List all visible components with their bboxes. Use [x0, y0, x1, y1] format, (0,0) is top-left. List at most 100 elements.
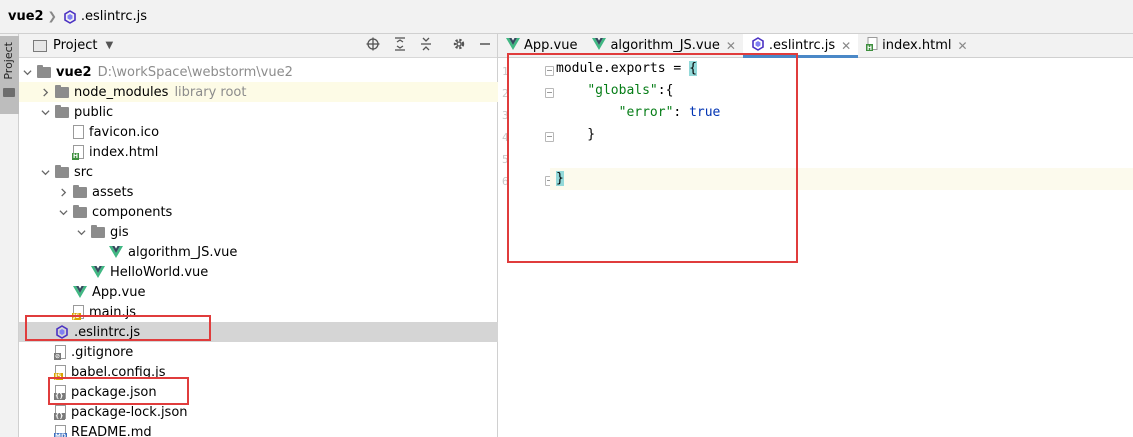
navigation-breadcrumb: vue2 ❯ .eslintrc.js: [0, 0, 1133, 34]
chevron-down-icon[interactable]: [39, 162, 51, 182]
tree-item-src[interactable]: src: [19, 162, 498, 182]
eslint-icon: [751, 36, 765, 55]
tree-item-eslintrc-js[interactable]: .eslintrc.js: [19, 322, 498, 342]
gear-icon[interactable]: [450, 37, 468, 55]
vue-icon: [91, 266, 105, 278]
folder-icon: [37, 64, 51, 78]
code-line: }: [556, 127, 596, 142]
caret-down-icon[interactable]: ▼: [105, 40, 113, 51]
tree-item-app-vue[interactable]: App.vue: [19, 282, 498, 302]
folder-icon: [91, 224, 105, 238]
tree-item-label: babel.config.js: [71, 364, 166, 380]
chevron-down-icon[interactable]: [21, 62, 33, 82]
tab-label: App.vue: [524, 38, 578, 53]
chevron-right-icon: ❯: [47, 10, 57, 23]
folder-icon: [55, 164, 69, 178]
tree-item-label: assets: [92, 184, 134, 200]
project-panel: Project ▼ vue2 D:\workSpace\webstorm\vue2…: [19, 34, 498, 437]
tree-item-components[interactable]: components: [19, 202, 498, 222]
tree-item-label: gis: [110, 224, 129, 240]
code-line-current: }: [550, 168, 1133, 190]
tree-item-helloworld-vue[interactable]: HelloWorld.vue: [19, 262, 498, 282]
breadcrumb-file[interactable]: .eslintrc.js: [81, 9, 147, 24]
tree-item-label: package-lock.json: [71, 404, 188, 420]
chevron-down-icon[interactable]: [57, 202, 69, 222]
folder-icon: [3, 88, 15, 97]
tree-item-node-modules[interactable]: node_modules library root: [19, 82, 498, 102]
tree-item-label: vue2: [56, 64, 92, 80]
tree-item-label: .gitignore: [71, 344, 134, 360]
tab-label: .eslintrc.js: [768, 38, 836, 53]
tab-app-vue[interactable]: App.vue: [498, 34, 584, 57]
tool-window-strip: Project: [0, 34, 19, 437]
folder-icon: [55, 104, 69, 118]
vue-icon: [73, 286, 87, 298]
chevron-right-icon[interactable]: [57, 182, 69, 202]
editor-tab-bar: App.vue algorithm_JS.vue ✕ .eslintrc.js …: [498, 34, 1133, 58]
tree-item-favicon-ico[interactable]: favicon.ico: [19, 122, 498, 142]
expand-all-icon[interactable]: [391, 37, 409, 55]
markdown-file-icon: MD: [54, 425, 67, 437]
tree-item-label: .eslintrc.js: [74, 324, 141, 340]
tree-item-label: README.md: [71, 424, 152, 437]
vue-icon: [506, 37, 520, 54]
code-line: "globals":{: [587, 83, 674, 98]
json-file-icon: {}: [54, 405, 66, 420]
tree-item-gis[interactable]: gis: [19, 222, 498, 242]
project-view-icon: [33, 39, 47, 52]
project-panel-title[interactable]: Project: [53, 38, 97, 53]
tree-item-label: package.json: [71, 384, 157, 400]
close-icon[interactable]: ✕: [841, 39, 851, 53]
collapse-all-icon[interactable]: [417, 37, 435, 55]
tree-item-label: algorithm_JS.vue: [128, 244, 238, 260]
image-file-icon: [73, 125, 84, 139]
code-line: "error": true: [618, 105, 721, 120]
tree-item-package-lock-json[interactable]: {} package-lock.json: [19, 402, 498, 422]
tree-item-label: src: [74, 164, 93, 180]
eslint-icon: [63, 9, 77, 24]
json-file-icon: {}: [54, 385, 66, 400]
chevron-down-icon[interactable]: [39, 102, 51, 122]
tree-item-vue2[interactable]: vue2 D:\workSpace\webstorm\vue2: [19, 62, 498, 82]
tab-eslintrc-js[interactable]: .eslintrc.js ✕: [742, 34, 859, 58]
folder-icon: [73, 184, 87, 198]
code-area[interactable]: module.exports = { "globals":{ "error": …: [498, 58, 1133, 437]
tree-item-main-js[interactable]: JS main.js: [19, 302, 498, 322]
tab-algorithm-js-vue[interactable]: algorithm_JS.vue ✕: [584, 34, 742, 57]
minimize-icon[interactable]: [476, 37, 494, 55]
project-tool-tab[interactable]: Project: [0, 36, 19, 114]
chevron-down-icon[interactable]: [75, 222, 87, 242]
close-icon[interactable]: ✕: [957, 39, 967, 53]
locate-icon[interactable]: [364, 37, 382, 55]
tree-item-public[interactable]: public: [19, 102, 498, 122]
tree-item-label: node_modules: [74, 84, 169, 100]
tree-item-algorithm-js-vue[interactable]: algorithm_JS.vue: [19, 242, 498, 262]
folder-icon: [73, 204, 87, 218]
project-panel-header: Project ▼: [19, 34, 497, 58]
tree-item-gitignore[interactable]: ⊘ .gitignore: [19, 342, 498, 362]
js-file-icon: JS: [72, 305, 84, 320]
tree-item-babel-config-js[interactable]: JS babel.config.js: [19, 362, 498, 382]
breadcrumb-project[interactable]: vue2: [8, 9, 44, 24]
tree-item-label: HelloWorld.vue: [110, 264, 209, 280]
tree-item-assets[interactable]: assets: [19, 182, 498, 202]
chevron-right-icon[interactable]: [39, 82, 51, 102]
tree-item-index-html[interactable]: Hindex.html: [19, 142, 498, 162]
folder-icon: [55, 84, 69, 98]
tree-item-label: public: [74, 104, 114, 120]
close-icon[interactable]: ✕: [726, 39, 736, 53]
tree-item-package-json[interactable]: {} package.json: [19, 382, 498, 402]
tree-item-label: components: [92, 204, 173, 220]
tree-item-hint: D:\workSpace\webstorm\vue2: [97, 64, 293, 80]
tree-item-readme-md[interactable]: MD README.md: [19, 422, 498, 437]
tab-index-html[interactable]: H index.html ✕: [858, 34, 974, 57]
vue-icon: [109, 246, 123, 258]
